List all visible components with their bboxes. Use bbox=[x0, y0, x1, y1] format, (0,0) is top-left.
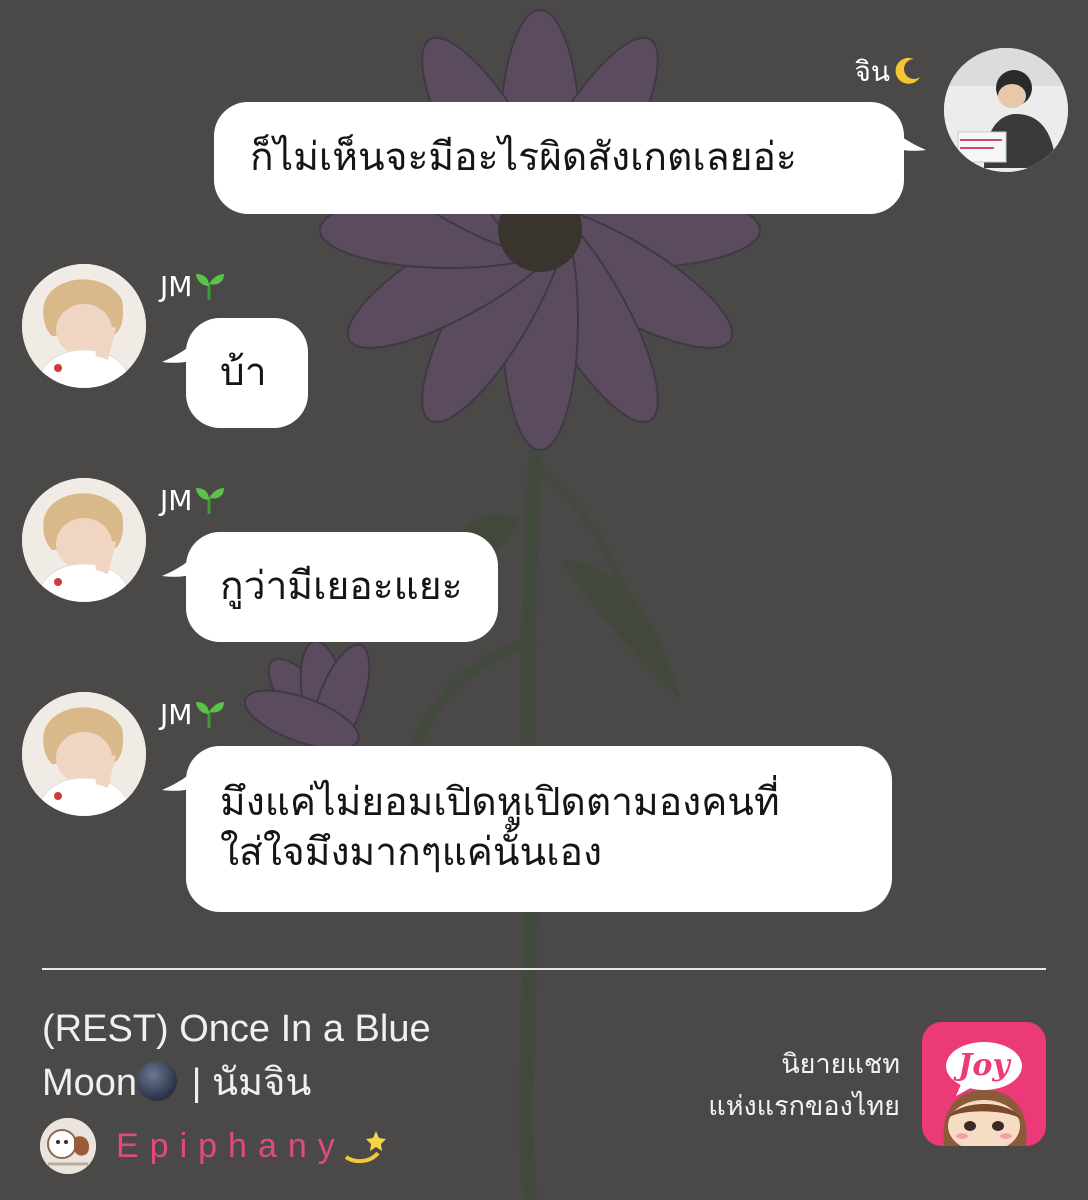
sender-name-jm: JM bbox=[160, 482, 226, 519]
avatar-jm[interactable] bbox=[22, 692, 146, 816]
logo-text: Joy bbox=[958, 1048, 1010, 1083]
story-title-moon-word: Moon bbox=[42, 1062, 138, 1104]
sender-label: JM bbox=[160, 484, 193, 517]
app-tagline: นิยายแชท แห่งแรกของไทย bbox=[708, 1044, 900, 1128]
sender-name-jm: JM bbox=[160, 268, 226, 305]
story-title-pairing: | นัมจิน bbox=[181, 1062, 312, 1104]
sender-label: JM bbox=[160, 698, 193, 731]
message-text: บ้า bbox=[220, 350, 267, 395]
message-text: กูว่ามีเยอะแยะ bbox=[220, 564, 463, 609]
message-bubble[interactable]: ก็ไม่เห็นจะมีอะไรผิดสังเกตเลยอ่ะ bbox=[214, 102, 926, 214]
joy-app-logo[interactable]: Joy bbox=[922, 1022, 1046, 1146]
message-text: ก็ไม่เห็นจะมีอะไรผิดสังเกตเลยอ่ะ bbox=[250, 135, 797, 180]
bubble-tail bbox=[162, 764, 200, 791]
story-title-line2: Moon | นัมจิน bbox=[42, 1056, 582, 1110]
message-bubble[interactable]: มึงแค่ไม่ยอมเปิดหูเปิดตามองคนที่ ใส่ใจมึ… bbox=[162, 746, 892, 912]
message-text-line: ใส่ใจมึงมากๆแค่นั้นเอง bbox=[220, 830, 603, 875]
message-bubble[interactable]: บ้า bbox=[162, 318, 308, 428]
bubble-tail bbox=[162, 550, 200, 577]
author-avatar bbox=[40, 1118, 96, 1174]
seedling-icon bbox=[192, 696, 226, 730]
bubble-tail bbox=[888, 124, 926, 151]
avatar-jin[interactable] bbox=[944, 48, 1068, 172]
story-title[interactable]: (REST) Once In a Blue Moon | นัมจิน bbox=[42, 1002, 582, 1110]
sender-name-jin: จิน bbox=[854, 54, 924, 90]
footer-divider bbox=[42, 968, 1046, 970]
author-name: Epiphany bbox=[116, 1126, 346, 1165]
story-title-line1: (REST) Once In a Blue bbox=[42, 1008, 431, 1050]
sender-label: จิน bbox=[854, 55, 890, 88]
message-bubble[interactable]: กูว่ามีเยอะแยะ bbox=[162, 532, 498, 642]
avatar-jm[interactable] bbox=[22, 264, 146, 388]
author-row[interactable]: Epiphany bbox=[40, 1118, 386, 1174]
dizzy-star-icon bbox=[340, 1123, 386, 1169]
bubble-tail bbox=[162, 336, 200, 363]
new-moon-icon bbox=[137, 1061, 178, 1101]
seedling-icon bbox=[192, 268, 226, 302]
sender-name-jm: JM bbox=[160, 696, 226, 733]
seedling-icon bbox=[192, 482, 226, 516]
tagline-line1: นิยายแชท bbox=[781, 1049, 900, 1080]
avatar-jm[interactable] bbox=[22, 478, 146, 602]
message-text-line: มึงแค่ไม่ยอมเปิดหูเปิดตามองคนที่ bbox=[220, 780, 780, 825]
crescent-moon-icon bbox=[892, 55, 924, 87]
tagline-line2: แห่งแรกของไทย bbox=[708, 1091, 900, 1122]
sender-label: JM bbox=[160, 270, 193, 303]
